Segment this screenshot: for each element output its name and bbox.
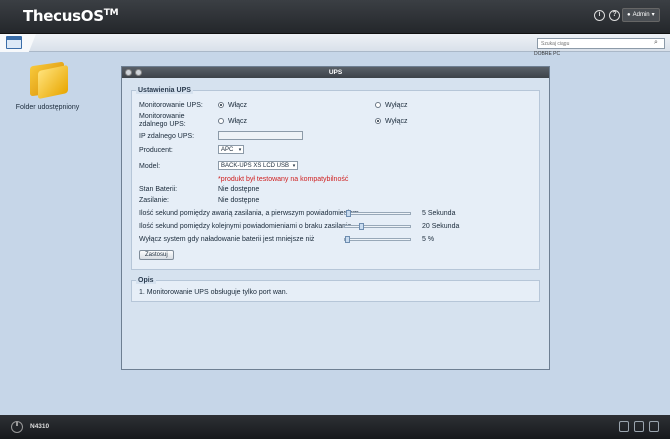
apply-button[interactable]: Zastosuj	[139, 250, 174, 260]
info-icon[interactable]: i	[594, 10, 605, 21]
remote-on-radio[interactable]	[218, 118, 224, 124]
power-icon[interactable]	[11, 421, 23, 433]
search-icon[interactable]: ⌕	[654, 39, 658, 47]
remote-label: Monitorowanie zdalnego UPS:	[139, 113, 186, 128]
description-section: Opis 1. Monitorowanie UPS obsługuje tylk…	[131, 277, 540, 302]
slider1-thumb[interactable]	[346, 210, 351, 217]
window-minimize-button[interactable]	[135, 69, 142, 76]
power-label: Zasilanie:	[139, 197, 169, 204]
slider3-label: Wyłącz system gdy naładowanie baterii je…	[139, 236, 315, 243]
settings-legend: Ustawienia UPS	[136, 87, 193, 94]
help-icon[interactable]: ?	[609, 10, 620, 21]
window-close-button[interactable]	[125, 69, 132, 76]
shared-folder-label[interactable]: Folder udostępniony	[0, 104, 95, 111]
model-label: Model:	[139, 163, 161, 170]
slider1-value: 5 Sekunda	[422, 210, 456, 217]
model-value: BACK-UPS XS LCD USB	[221, 163, 290, 169]
ups-settings-section: Ustawienia UPS Monitorowanie UPS: Włącz …	[131, 87, 540, 270]
bottom-taskbar: N4310	[0, 415, 670, 439]
remote-off-radio[interactable]	[375, 118, 381, 124]
device-model: N4310	[30, 423, 50, 430]
storage-icon[interactable]	[619, 421, 629, 432]
battery-value: Nie dostępne	[218, 186, 260, 193]
slider3-value: 5 %	[422, 236, 435, 243]
vendor-select[interactable]: APC ▾	[218, 145, 244, 154]
model-select[interactable]: BACK-UPS XS LCD USB ▾	[218, 161, 298, 170]
battery-label: Stan Baterii:	[139, 186, 178, 193]
shared-folder-icon[interactable]	[22, 60, 74, 102]
monitor-on-label: Włącz	[228, 102, 248, 109]
backup-icon[interactable]	[649, 421, 659, 432]
app-logo: ThecusOSTM	[23, 7, 119, 25]
slider2-track[interactable]	[344, 223, 411, 230]
slider1-track[interactable]	[344, 210, 411, 217]
monitor-off-radio[interactable]	[375, 102, 381, 108]
slider2-thumb[interactable]	[359, 223, 364, 230]
monitor-label: Monitorowanie UPS:	[139, 102, 203, 109]
remote-on-label: Włącz	[228, 118, 248, 125]
monitor-off-label: Wyłącz	[385, 102, 408, 109]
chevron-down-icon: ▾	[238, 147, 242, 153]
remote-off-label: Wyłącz	[385, 118, 408, 125]
remote-ip-input[interactable]	[218, 131, 303, 140]
window-body: Ustawienia UPS Monitorowanie UPS: Włącz …	[122, 78, 549, 369]
window-title-bar[interactable]: UPS	[122, 67, 549, 78]
user-icon: ●	[627, 12, 631, 18]
user-menu-button[interactable]: ● Admin ▾	[622, 8, 660, 22]
window-title: UPS	[328, 69, 343, 76]
monitor-on-radio[interactable]	[218, 102, 224, 108]
slider3-thumb[interactable]	[345, 236, 350, 243]
brand-watermark: DOBRE PC	[534, 51, 561, 57]
compatibility-note: *produkt był testowany na kompatybilność	[218, 176, 349, 183]
search-input[interactable]: Szukaj ciągu	[537, 38, 665, 49]
description-text: 1. Monitorowanie UPS obsługuje tylko por…	[139, 289, 288, 296]
remote-ip-label: IP zdalnego UPS:	[139, 133, 195, 140]
disk-icon[interactable]	[634, 421, 644, 432]
slider3-track[interactable]	[344, 236, 411, 243]
ups-window: UPS Ustawienia UPS Monitorowanie UPS: Wł…	[121, 66, 550, 370]
description-legend: Opis	[136, 277, 156, 284]
user-label: Admin	[632, 12, 650, 18]
slider1-label: Ilość sekund pomiędzy awarią zasilania, …	[139, 210, 359, 217]
vendor-label: Producent:	[139, 147, 173, 154]
desktop-view-icon[interactable]	[6, 36, 22, 49]
power-value: Nie dostępne	[218, 197, 260, 204]
vendor-value: APC	[221, 147, 234, 153]
slider2-label: Ilość sekund pomiędzy kolejnymi powiadom…	[139, 223, 352, 230]
chevron-down-icon: ▾	[292, 163, 296, 169]
slider2-value: 20 Sekunda	[422, 223, 460, 230]
folder-front-shape	[38, 64, 68, 100]
top-bar: ThecusOSTM i ? ● Admin ▾	[0, 0, 670, 34]
chevron-down-icon: ▾	[651, 12, 655, 18]
